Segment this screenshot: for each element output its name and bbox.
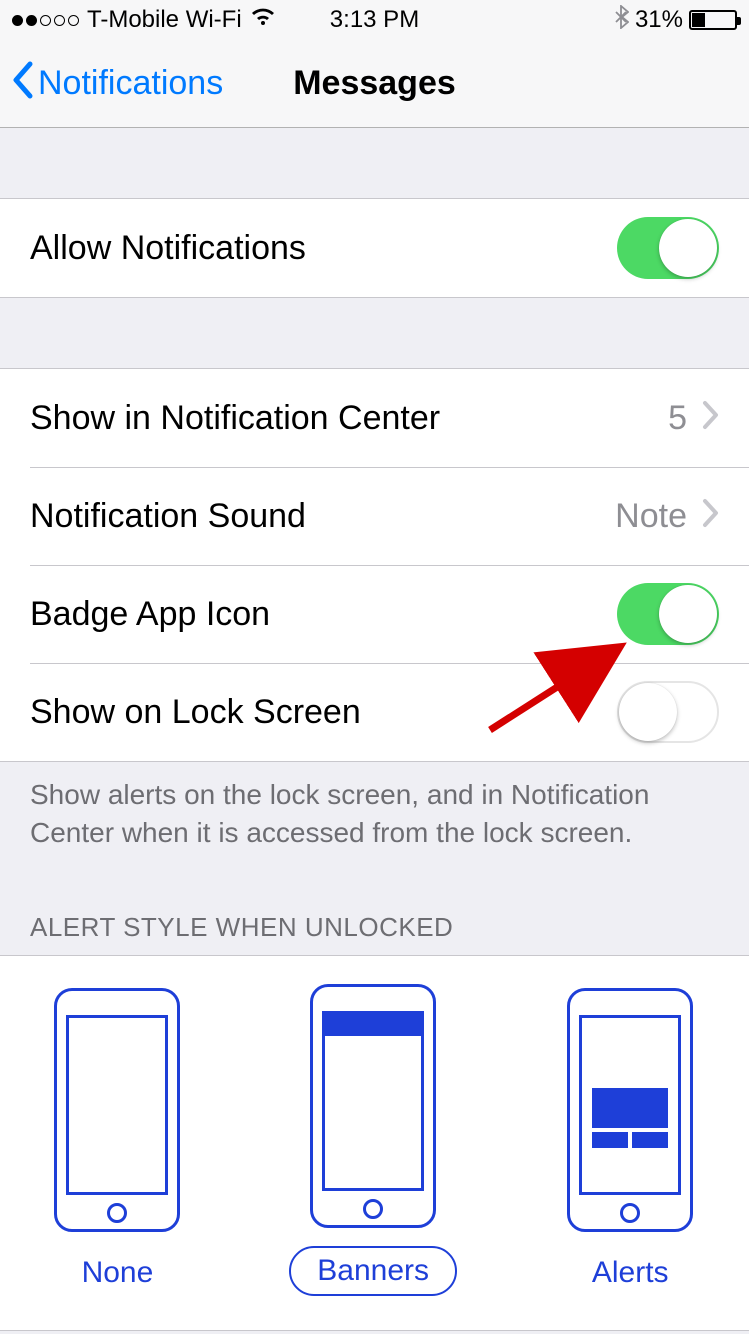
- phone-preview-none-icon: [54, 988, 180, 1232]
- phone-preview-alerts-icon: [567, 988, 693, 1232]
- row-notification-center[interactable]: Show in Notification Center 5: [0, 369, 749, 467]
- style-label: Banners: [289, 1246, 457, 1296]
- chevron-right-icon: [701, 495, 719, 537]
- style-label: None: [56, 1250, 180, 1296]
- wifi-icon: [250, 6, 276, 34]
- row-allow-notifications: Allow Notifications: [0, 199, 749, 297]
- page-title: Messages: [293, 64, 456, 103]
- toggle-badge-app-icon[interactable]: [617, 583, 719, 645]
- battery-percent: 31%: [635, 6, 683, 34]
- clock: 3:13 PM: [330, 6, 419, 34]
- status-bar: T-Mobile Wi-Fi 3:13 PM 31%: [0, 0, 749, 40]
- footer-alert-style-help: Alerts require an action before proceedi…: [0, 1331, 749, 1334]
- group-allow: Allow Notifications: [0, 198, 749, 298]
- section-header-alert-style: ALERT STYLE WHEN UNLOCKED: [0, 852, 749, 955]
- style-label: Alerts: [566, 1250, 695, 1296]
- row-label: Allow Notifications: [30, 229, 306, 268]
- row-show-on-lock-screen: Show on Lock Screen: [0, 663, 749, 761]
- signal-strength-icon: [12, 15, 79, 26]
- row-label: Badge App Icon: [30, 595, 270, 634]
- row-value: Note: [615, 497, 687, 536]
- row-badge-app-icon: Badge App Icon: [0, 565, 749, 663]
- alert-style-option-alerts[interactable]: Alerts: [566, 988, 695, 1296]
- alert-style-option-none[interactable]: None: [54, 988, 180, 1296]
- toggle-allow-notifications[interactable]: [617, 217, 719, 279]
- chevron-left-icon: [10, 60, 34, 108]
- nav-bar: Notifications Messages: [0, 40, 749, 128]
- status-right: 31%: [615, 5, 737, 35]
- group-main: Show in Notification Center 5 Notificati…: [0, 368, 749, 762]
- chevron-right-icon: [701, 397, 719, 439]
- bluetooth-icon: [615, 5, 629, 35]
- row-notification-sound[interactable]: Notification Sound Note: [0, 467, 749, 565]
- row-label: Notification Sound: [30, 497, 306, 536]
- back-label: Notifications: [38, 64, 223, 103]
- back-button[interactable]: Notifications: [0, 60, 223, 108]
- alert-style-option-banners[interactable]: Banners: [289, 984, 457, 1296]
- row-label: Show on Lock Screen: [30, 693, 361, 732]
- footer-lockscreen-help: Show alerts on the lock screen, and in N…: [0, 762, 749, 852]
- battery-icon: [689, 10, 737, 30]
- carrier-label: T-Mobile Wi-Fi: [87, 6, 242, 34]
- alert-style-panel: None Banners Alerts: [0, 955, 749, 1331]
- toggle-show-on-lock-screen[interactable]: [617, 681, 719, 743]
- phone-preview-banners-icon: [310, 984, 436, 1228]
- row-label: Show in Notification Center: [30, 399, 440, 438]
- status-left: T-Mobile Wi-Fi: [12, 6, 276, 34]
- row-value: 5: [668, 399, 687, 438]
